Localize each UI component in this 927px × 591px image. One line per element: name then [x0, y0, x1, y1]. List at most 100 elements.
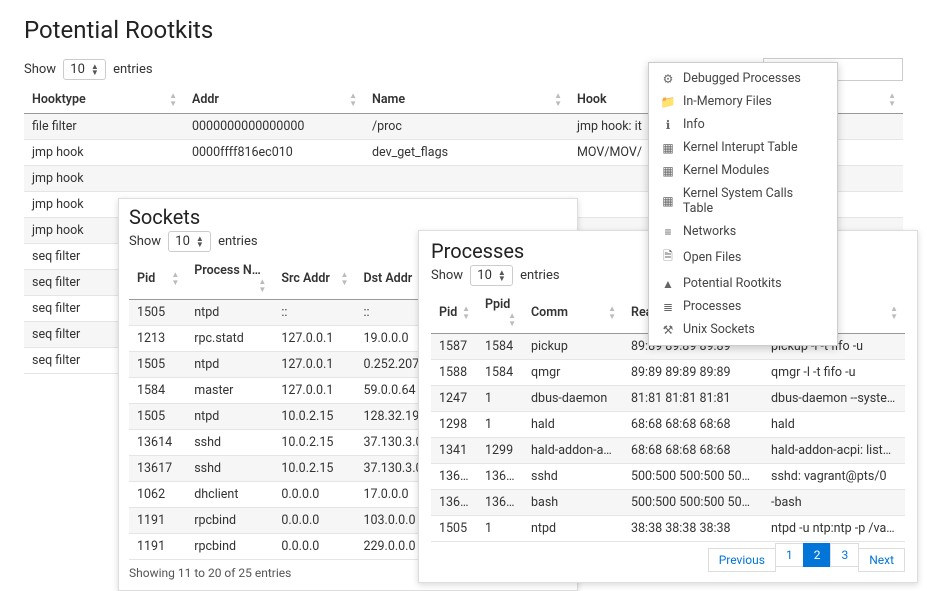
- menu-label: Potential Rootkits: [683, 276, 782, 291]
- cell: 1213: [129, 326, 186, 352]
- menu-item[interactable]: ≡Networks: [649, 220, 837, 243]
- menu-icon: ▦: [661, 164, 675, 178]
- menu-item[interactable]: ▦ Kernel Modules: [649, 159, 837, 182]
- cell: 13617: [129, 456, 186, 482]
- page-length-select[interactable]: 10 ▲▼: [168, 231, 211, 252]
- page-length-select[interactable]: 10 ▲▼: [470, 265, 513, 286]
- menu-label: Processes: [683, 299, 741, 314]
- cell: 1505: [129, 352, 186, 378]
- cell: 127.0.0.1: [273, 326, 355, 352]
- cell: 1: [477, 412, 523, 438]
- cell: 1588: [431, 360, 477, 386]
- page-title: Potential Rootkits: [24, 16, 903, 44]
- updown-icon: ▲▼: [196, 236, 204, 248]
- sort-icon: ▲▼: [169, 92, 176, 108]
- pager-page[interactable]: 3: [830, 543, 859, 567]
- cell: hald-addon-acpi: [523, 438, 623, 464]
- menu-item[interactable]: ▦Kernel System Calls Table: [649, 182, 837, 220]
- cell: 1505: [129, 404, 186, 430]
- cell: 13614: [477, 464, 523, 490]
- cell: 13618: [431, 490, 477, 516]
- cell: sshd: vagrant@pts/0: [763, 464, 905, 490]
- cell: ::: [273, 300, 355, 326]
- length-control: Show 10 ▲▼ entries: [129, 231, 258, 252]
- length-control: Show 10 ▲▼ entries: [24, 59, 153, 80]
- column-header[interactable]: Pid▲▼: [431, 292, 477, 334]
- cell: dbus-daemon: [523, 386, 623, 412]
- menu-icon: ⚒: [661, 323, 675, 337]
- column-header[interactable]: Ppid▲▼: [477, 292, 523, 334]
- cell: hald: [523, 412, 623, 438]
- pager-page[interactable]: 1: [775, 543, 804, 567]
- table-row[interactable]: 1361713614sshd500:500 500:500 500:500ssh…: [431, 464, 905, 490]
- column-header[interactable]: Addr▲▼: [184, 87, 364, 114]
- cell: [364, 166, 569, 192]
- menu-label: Kernel Modules: [683, 163, 769, 178]
- pager-next[interactable]: Next: [858, 548, 905, 572]
- table-row[interactable]: 12471dbus-daemon81:81 81:81 81:81dbus-da…: [431, 386, 905, 412]
- sort-icon: ▲▼: [554, 92, 561, 108]
- page-length-select[interactable]: 10 ▲▼: [63, 59, 106, 80]
- sort-icon: ▲▼: [508, 312, 515, 328]
- cell: hald: [763, 412, 905, 438]
- cell: 1584: [477, 334, 523, 360]
- column-header[interactable]: Name▲▼: [364, 87, 569, 114]
- table-row[interactable]: 15051ntpd38:38 38:38 38:38ntpd -u ntp:nt…: [431, 516, 905, 542]
- cell: 38:38 38:38 38:38: [623, 516, 763, 542]
- menu-item[interactable]: 🗎Open Files: [649, 243, 837, 272]
- cell: dev_get_flags: [364, 140, 569, 166]
- cell: dbus-daemon --system: [763, 386, 905, 412]
- menu-label: In-Memory Files: [683, 94, 772, 109]
- menu-item[interactable]: 📁In-Memory Files: [649, 90, 837, 113]
- cell: -bash: [763, 490, 905, 516]
- cell: 1505: [431, 516, 477, 542]
- table-row[interactable]: 13411299hald-addon-acpi68:68 68:68 68:68…: [431, 438, 905, 464]
- cell: jmp hook: [24, 166, 184, 192]
- cell: 1: [477, 386, 523, 412]
- menu-item[interactable]: ⚒ Unix Sockets: [649, 318, 837, 341]
- cell: rpcbind: [186, 508, 273, 534]
- menu-icon: 🗎: [661, 247, 675, 268]
- cell: rpc.statd: [186, 326, 273, 352]
- cell: 1587: [431, 334, 477, 360]
- pager-page[interactable]: 2: [803, 543, 832, 567]
- sort-icon: ▲▼: [258, 278, 265, 294]
- menu-item[interactable]: ▦ Kernel Interupt Table: [649, 136, 837, 159]
- menu-item[interactable]: ℹInfo: [649, 113, 837, 136]
- menu-label: Kernel Interupt Table: [683, 140, 798, 155]
- menu-icon: ≣: [661, 300, 675, 314]
- panel-title: Sockets: [129, 205, 567, 229]
- cell: 68:68 68:68 68:68: [623, 412, 763, 438]
- table-row[interactable]: 12981hald68:68 68:68 68:68hald: [431, 412, 905, 438]
- cell: /proc: [364, 114, 569, 140]
- column-header[interactable]: Comm▲▼: [523, 292, 623, 334]
- column-header[interactable]: Hooktype▲▼: [24, 87, 184, 114]
- cell: [184, 166, 364, 192]
- cell: 500:500 500:500 500:500: [623, 464, 763, 490]
- column-header[interactable]: Pid▲▼: [129, 258, 186, 300]
- pager-prev[interactable]: Previous: [708, 548, 776, 572]
- cell: 1191: [129, 534, 186, 560]
- menu-item[interactable]: ≣ Processes: [649, 295, 837, 318]
- menu-item[interactable]: ▲Potential Rootkits: [649, 272, 837, 295]
- table-row[interactable]: 1361813617bash500:500 500:500 500:500-ba…: [431, 490, 905, 516]
- cell: ntpd -u ntp:ntp -p /var/run/ntpd.: [763, 516, 905, 542]
- column-header[interactable]: Process Name▲▼: [186, 258, 273, 300]
- cell: 1191: [129, 508, 186, 534]
- menu-icon: ▦: [661, 194, 675, 208]
- cell: 127.0.0.1: [273, 352, 355, 378]
- menu-label: Unix Sockets: [683, 322, 755, 337]
- column-header[interactable]: Src Addr▲▼: [273, 258, 355, 300]
- cell: pickup: [523, 334, 623, 360]
- cell: 68:68 68:68 68:68: [623, 438, 763, 464]
- sort-icon: ▲▼: [890, 305, 897, 321]
- cell: 13617: [477, 490, 523, 516]
- cell: ntpd: [186, 300, 273, 326]
- cell: 1298: [431, 412, 477, 438]
- menu-icon: ▦: [661, 141, 675, 155]
- menu-item[interactable]: ⚙Debugged Processes: [649, 67, 837, 90]
- cell: 127.0.0.1: [273, 378, 355, 404]
- sort-icon: ▲▼: [462, 305, 469, 321]
- cell: sshd: [523, 464, 623, 490]
- table-row[interactable]: 15881584qmgr89:89 89:89 89:89qmgr -l -t …: [431, 360, 905, 386]
